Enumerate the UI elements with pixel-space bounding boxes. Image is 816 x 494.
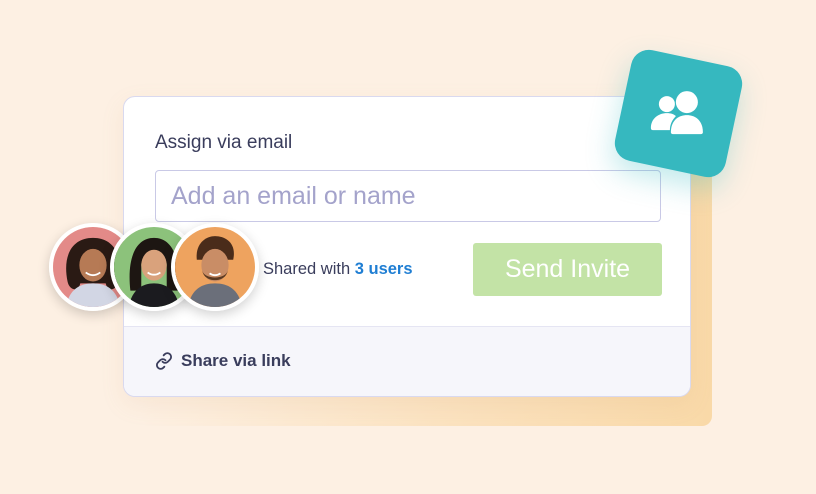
shared-with-text: Shared with 3 users	[263, 260, 413, 279]
send-invite-button[interactable]: Send Invite	[473, 243, 662, 296]
share-via-link-label: Share via link	[181, 351, 291, 370]
shared-users-link[interactable]: 3 users	[355, 260, 413, 278]
shared-prefix: Shared with	[263, 260, 351, 278]
card-footer: Share via link	[124, 326, 690, 396]
share-via-link-button[interactable]: Share via link	[155, 351, 291, 371]
card-title: Assign via email	[155, 132, 293, 153]
email-input[interactable]	[155, 170, 661, 222]
avatar-3	[171, 223, 259, 311]
link-icon	[156, 352, 172, 370]
users-icon	[650, 90, 703, 134]
users-badge	[611, 46, 746, 181]
